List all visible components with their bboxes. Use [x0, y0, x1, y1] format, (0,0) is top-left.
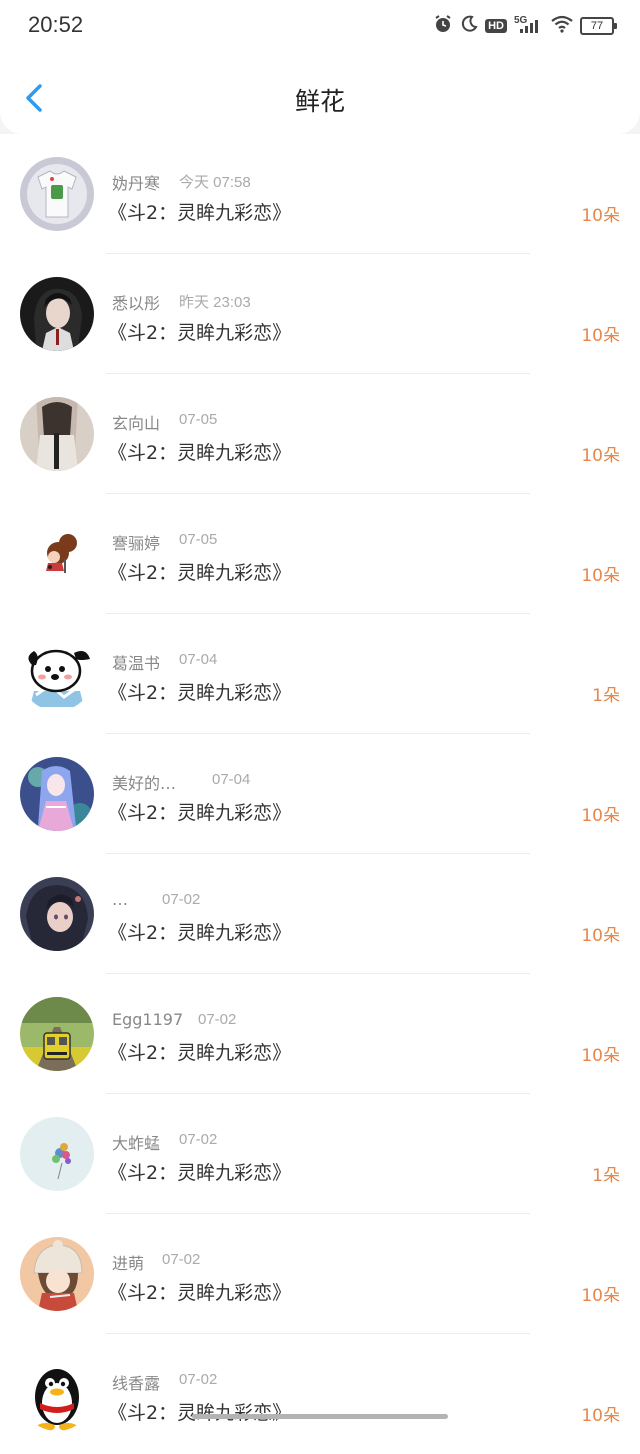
- network-label: 5G: [514, 15, 528, 26]
- avatar[interactable]: [20, 1357, 94, 1431]
- book-title: 《斗2：灵眸九彩恋》: [108, 442, 292, 464]
- user-name: 玄向山: [112, 414, 161, 433]
- hd-icon: HD: [485, 19, 507, 33]
- signal-icon: 5G: [514, 14, 544, 38]
- gift-time: 07-05: [179, 411, 218, 428]
- flower-amount: 1朵: [592, 686, 620, 706]
- flower-amount: 10朵: [581, 566, 620, 586]
- book-title: 《斗2：灵眸九彩恋》: [108, 682, 292, 704]
- gift-time: 07-02: [179, 1131, 218, 1148]
- list-item[interactable]: Egg1197 07-02 《斗2：灵眸九彩恋》 10朵: [0, 974, 640, 1094]
- list-item[interactable]: 妫丹寒 今天 07:58 《斗2：灵眸九彩恋》 10朵: [0, 134, 640, 254]
- header: 20:52 HD 5G 77 鲜花: [0, 0, 640, 134]
- avatar[interactable]: [20, 157, 94, 231]
- book-title: 《斗2：灵眸九彩恋》: [108, 1042, 292, 1064]
- flower-amount: 10朵: [581, 1286, 620, 1306]
- flower-amount: 1朵: [592, 1166, 620, 1186]
- avatar[interactable]: [20, 1117, 94, 1191]
- list-item[interactable]: 玄向山 07-05 《斗2：灵眸九彩恋》 10朵: [0, 374, 640, 494]
- flower-amount: 10朵: [581, 206, 620, 226]
- list-item[interactable]: 葛温书 07-04 《斗2：灵眸九彩恋》 1朵: [0, 614, 640, 734]
- gift-time: 07-02: [179, 1371, 218, 1388]
- gift-time: 07-05: [179, 531, 218, 548]
- book-title: 《斗2：灵眸九彩恋》: [108, 202, 292, 224]
- list-item[interactable]: 大蚱蜢 07-02 《斗2：灵眸九彩恋》 1朵: [0, 1094, 640, 1214]
- gift-time: 07-04: [179, 651, 218, 668]
- book-title: 《斗2：灵眸九彩恋》: [108, 802, 292, 824]
- gift-time: 07-02: [162, 1251, 201, 1268]
- page-title: 鲜花: [294, 87, 345, 116]
- book-title: 《斗2：灵眸九彩恋》: [108, 922, 292, 944]
- gift-time: 今天 07:58: [179, 174, 251, 191]
- flower-amount: 10朵: [581, 446, 620, 466]
- user-name: 线香露: [112, 1374, 161, 1393]
- avatar[interactable]: [20, 877, 94, 951]
- gift-list: 妫丹寒 今天 07:58 《斗2：灵眸九彩恋》 10朵 悉以彤 昨天 23:03 《斗2：灵…: [0, 134, 640, 1454]
- flower-amount: 10朵: [581, 1046, 620, 1066]
- flower-amount: 10朵: [581, 1406, 620, 1426]
- book-title: 《斗2：灵眸九彩恋》: [108, 322, 292, 344]
- gift-time: 07-02: [198, 1011, 237, 1028]
- nav-bar: 鲜花: [0, 60, 640, 134]
- status-time: 20:52: [28, 12, 84, 37]
- list-item[interactable]: 美好的… 07-04 《斗2：灵眸九彩恋》 10朵: [0, 734, 640, 854]
- user-name: 悉以彤: [112, 294, 161, 313]
- avatar[interactable]: [20, 637, 94, 711]
- book-title: 《斗2：灵眸九彩恋》: [108, 1282, 292, 1304]
- gift-time: 07-02: [162, 891, 201, 908]
- list-item[interactable]: 线香露 07-02 《斗2：灵眸九彩恋》 10朵: [0, 1334, 640, 1454]
- flower-amount: 10朵: [581, 806, 620, 826]
- user-name: 葛温书: [112, 654, 161, 673]
- battery-icon: 77: [580, 17, 617, 35]
- flower-amount: 10朵: [581, 926, 620, 946]
- gift-time: 07-04: [212, 771, 251, 788]
- avatar[interactable]: [20, 397, 94, 471]
- avatar[interactable]: [20, 517, 94, 591]
- user-name: 大蚱蜢: [112, 1134, 161, 1153]
- wifi-icon: [551, 15, 573, 37]
- book-title: 《斗2：灵眸九彩恋》: [108, 1162, 292, 1184]
- user-name: Egg1197: [112, 1010, 184, 1029]
- user-name: …: [112, 890, 128, 909]
- book-title: 《斗2：灵眸九彩恋》: [108, 1402, 292, 1424]
- avatar[interactable]: [20, 1237, 94, 1311]
- avatar[interactable]: [20, 277, 94, 351]
- user-name: 美好的…: [112, 774, 177, 793]
- moon-icon: [460, 15, 478, 37]
- list-item[interactable]: 悉以彤 昨天 23:03 《斗2：灵眸九彩恋》 10朵: [0, 254, 640, 374]
- book-title: 《斗2：灵眸九彩恋》: [108, 562, 292, 584]
- status-bar: 20:52 HD 5G 77: [0, 0, 640, 52]
- gift-time: 昨天 23:03: [179, 294, 251, 311]
- avatar[interactable]: [20, 757, 94, 831]
- alarm-icon: [433, 14, 453, 38]
- user-name: 妫丹寒: [112, 174, 161, 193]
- flower-amount: 10朵: [581, 326, 620, 346]
- user-name: 謇骊婷: [112, 534, 161, 553]
- list-item[interactable]: 謇骊婷 07-05 《斗2：灵眸九彩恋》 10朵: [0, 494, 640, 614]
- home-indicator[interactable]: [192, 1414, 448, 1419]
- list-item[interactable]: … 07-02 《斗2：灵眸九彩恋》 10朵: [0, 854, 640, 974]
- list-item[interactable]: 进萌 07-02 《斗2：灵眸九彩恋》 10朵: [0, 1214, 640, 1334]
- status-icons: HD 5G 77: [433, 14, 617, 38]
- user-name: 进萌: [112, 1254, 145, 1273]
- avatar[interactable]: [20, 997, 94, 1071]
